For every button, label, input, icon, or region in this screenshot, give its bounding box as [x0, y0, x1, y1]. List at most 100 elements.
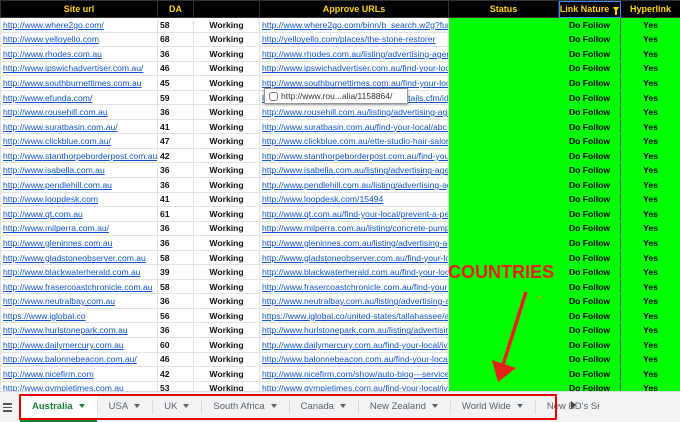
site-url-cell[interactable]: http://www.rhodes.com.au — [1, 47, 158, 62]
all-sheets-menu-icon[interactable] — [3, 403, 12, 414]
da-cell[interactable]: 39 — [158, 265, 194, 280]
site-url-cell[interactable]: http://www.frasercoastchronicle.com.au — [1, 279, 158, 294]
link-nature-cell[interactable]: Do Follow — [559, 221, 621, 236]
approve-url-cell[interactable]: http://www.gladstoneobserver.com.au/find… — [260, 250, 449, 265]
approve-url-cell[interactable]: http://yelloyello.com/places/the-stone-r… — [260, 32, 449, 47]
site-url-cell[interactable]: http://www.blackwaterherald.com.au — [1, 265, 158, 280]
site-url-cell[interactable]: http://www.clickblue.com.au/ — [1, 134, 158, 149]
status-cell[interactable] — [449, 76, 559, 91]
approve-url-cell[interactable]: http://www.pendlehill.com.au/listing/adv… — [260, 178, 449, 193]
link-nature-cell[interactable]: Do Follow — [559, 90, 621, 105]
status-text-cell[interactable]: Working — [194, 352, 260, 367]
status-text-cell[interactable]: Working — [194, 105, 260, 120]
status-text-cell[interactable]: Working — [194, 338, 260, 353]
da-cell[interactable]: 36 — [158, 47, 194, 62]
da-cell[interactable]: 46 — [158, 352, 194, 367]
site-url-cell[interactable]: http://www.gleninnes.com.au — [1, 236, 158, 251]
hyperlink-cell[interactable]: Yes — [621, 119, 680, 134]
site-url-cell[interactable]: http://www.neutralbay.com.au — [1, 294, 158, 309]
hyperlink-cell[interactable]: Yes — [621, 105, 680, 120]
site-url-cell[interactable]: http://www.hurlstonepark.com.au — [1, 323, 158, 338]
site-url-cell[interactable]: http://www.gladstoneobserver.com.au — [1, 250, 158, 265]
status-cell[interactable] — [449, 221, 559, 236]
hyperlink-cell[interactable]: Yes — [621, 381, 680, 391]
status-text-cell[interactable]: Working — [194, 294, 260, 309]
da-cell[interactable]: 41 — [158, 192, 194, 207]
header-site-url[interactable]: Site url — [1, 1, 158, 18]
site-url-cell[interactable]: http://www.loopdesk.com — [1, 192, 158, 207]
hyperlink-cell[interactable]: Yes — [621, 308, 680, 323]
da-cell[interactable]: 36 — [158, 163, 194, 178]
link-nature-cell[interactable]: Do Follow — [559, 178, 621, 193]
status-text-cell[interactable]: Working — [194, 367, 260, 382]
status-cell[interactable] — [449, 178, 559, 193]
approve-url-cell[interactable]: https://www.iglobal.co/united-states/tal… — [260, 308, 449, 323]
da-cell[interactable]: 60 — [158, 338, 194, 353]
link-nature-cell[interactable]: Do Follow — [559, 105, 621, 120]
site-url-cell[interactable]: http://www.suratbasin.com.au/ — [1, 119, 158, 134]
da-cell[interactable]: 58 — [158, 18, 194, 33]
status-text-cell[interactable]: Working — [194, 18, 260, 33]
link-nature-cell[interactable]: Do Follow — [559, 367, 621, 382]
status-text-cell[interactable]: Working — [194, 76, 260, 91]
hyperlink-cell[interactable]: Yes — [621, 236, 680, 251]
status-cell[interactable] — [449, 18, 559, 33]
hyperlink-cell[interactable]: Yes — [621, 294, 680, 309]
da-cell[interactable]: 36 — [158, 221, 194, 236]
status-text-cell[interactable]: Working — [194, 236, 260, 251]
status-text-cell[interactable]: Working — [194, 61, 260, 76]
hyperlink-cell[interactable]: Yes — [621, 61, 680, 76]
da-cell[interactable]: 58 — [158, 279, 194, 294]
approve-url-cell[interactable]: http://www.loopdesk.com/15494 — [260, 192, 449, 207]
status-cell[interactable] — [449, 105, 559, 120]
approve-url-cell[interactable]: http://www.qt.com.au/find-your-local/pre… — [260, 207, 449, 222]
link-nature-cell[interactable]: Do Follow — [559, 236, 621, 251]
approve-url-cell[interactable]: http://www.rhodes.com.au/listing/adverti… — [260, 47, 449, 62]
hyperlink-cell[interactable]: Yes — [621, 163, 680, 178]
da-cell[interactable]: 46 — [158, 61, 194, 76]
link-nature-cell[interactable]: Do Follow — [559, 323, 621, 338]
site-url-cell[interactable]: http://www.milperra.com.au/ — [1, 221, 158, 236]
scroll-right-icon[interactable] — [571, 401, 576, 409]
hyperlink-cell[interactable]: Yes — [621, 250, 680, 265]
site-url-cell[interactable]: http://www.dailymercury.com.au — [1, 338, 158, 353]
approve-url-cell[interactable]: http://www.rousehill.com.au/listing/adve… — [260, 105, 449, 120]
approve-url-cell[interactable]: http://www.gleninnes.com.au/listing/adve… — [260, 236, 449, 251]
status-text-cell[interactable]: Working — [194, 308, 260, 323]
approve-url-cell[interactable]: http://www.frasercoastchronicle.com.au/f… — [260, 279, 449, 294]
hyperlink-cell[interactable]: Yes — [621, 265, 680, 280]
status-text-cell[interactable]: Working — [194, 47, 260, 62]
link-nature-cell[interactable]: Do Follow — [559, 338, 621, 353]
site-url-cell[interactable]: http://www.isabella.com.au — [1, 163, 158, 178]
hyperlink-cell[interactable]: Yes — [621, 192, 680, 207]
link-nature-cell[interactable]: Do Follow — [559, 352, 621, 367]
status-cell[interactable] — [449, 207, 559, 222]
approve-url-cell[interactable]: http://www.balonnebeacon.com.au/find-you… — [260, 352, 449, 367]
filter-icon[interactable] — [613, 7, 619, 12]
da-cell[interactable]: 36 — [158, 236, 194, 251]
status-text-cell[interactable]: Working — [194, 163, 260, 178]
approve-url-cell[interactable]: http://www.nicefirm.com/show/auto-blog--… — [260, 367, 449, 382]
site-url-cell[interactable]: http://www.pendlehill.com.au — [1, 178, 158, 193]
da-cell[interactable]: 36 — [158, 294, 194, 309]
status-text-cell[interactable]: Working — [194, 381, 260, 391]
da-cell[interactable]: 42 — [158, 367, 194, 382]
site-url-cell[interactable]: http://www.ipswichadvertiser.com.au/ — [1, 61, 158, 76]
link-nature-cell[interactable]: Do Follow — [559, 279, 621, 294]
status-cell[interactable] — [449, 61, 559, 76]
status-text-cell[interactable]: Working — [194, 148, 260, 163]
header-status[interactable]: Status — [449, 1, 559, 18]
approve-url-cell[interactable]: http://www.gympietimes.com.au/find-your-… — [260, 381, 449, 391]
hyperlink-cell[interactable]: Yes — [621, 279, 680, 294]
status-text-cell[interactable]: Working — [194, 221, 260, 236]
da-cell[interactable]: 56 — [158, 308, 194, 323]
hyperlink-cell[interactable]: Yes — [621, 207, 680, 222]
da-cell[interactable]: 53 — [158, 381, 194, 391]
link-nature-cell[interactable]: Do Follow — [559, 119, 621, 134]
approve-url-cell[interactable]: http://www.dailymercury.com.au/find-your… — [260, 338, 449, 353]
da-cell[interactable]: 41 — [158, 119, 194, 134]
approve-url-cell[interactable]: http://www.milperra.com.au/listing/concr… — [260, 221, 449, 236]
status-text-cell[interactable]: Working — [194, 32, 260, 47]
site-url-cell[interactable]: http://www.balonnebeacon.com.au/ — [1, 352, 158, 367]
hyperlink-cell[interactable]: Yes — [621, 338, 680, 353]
